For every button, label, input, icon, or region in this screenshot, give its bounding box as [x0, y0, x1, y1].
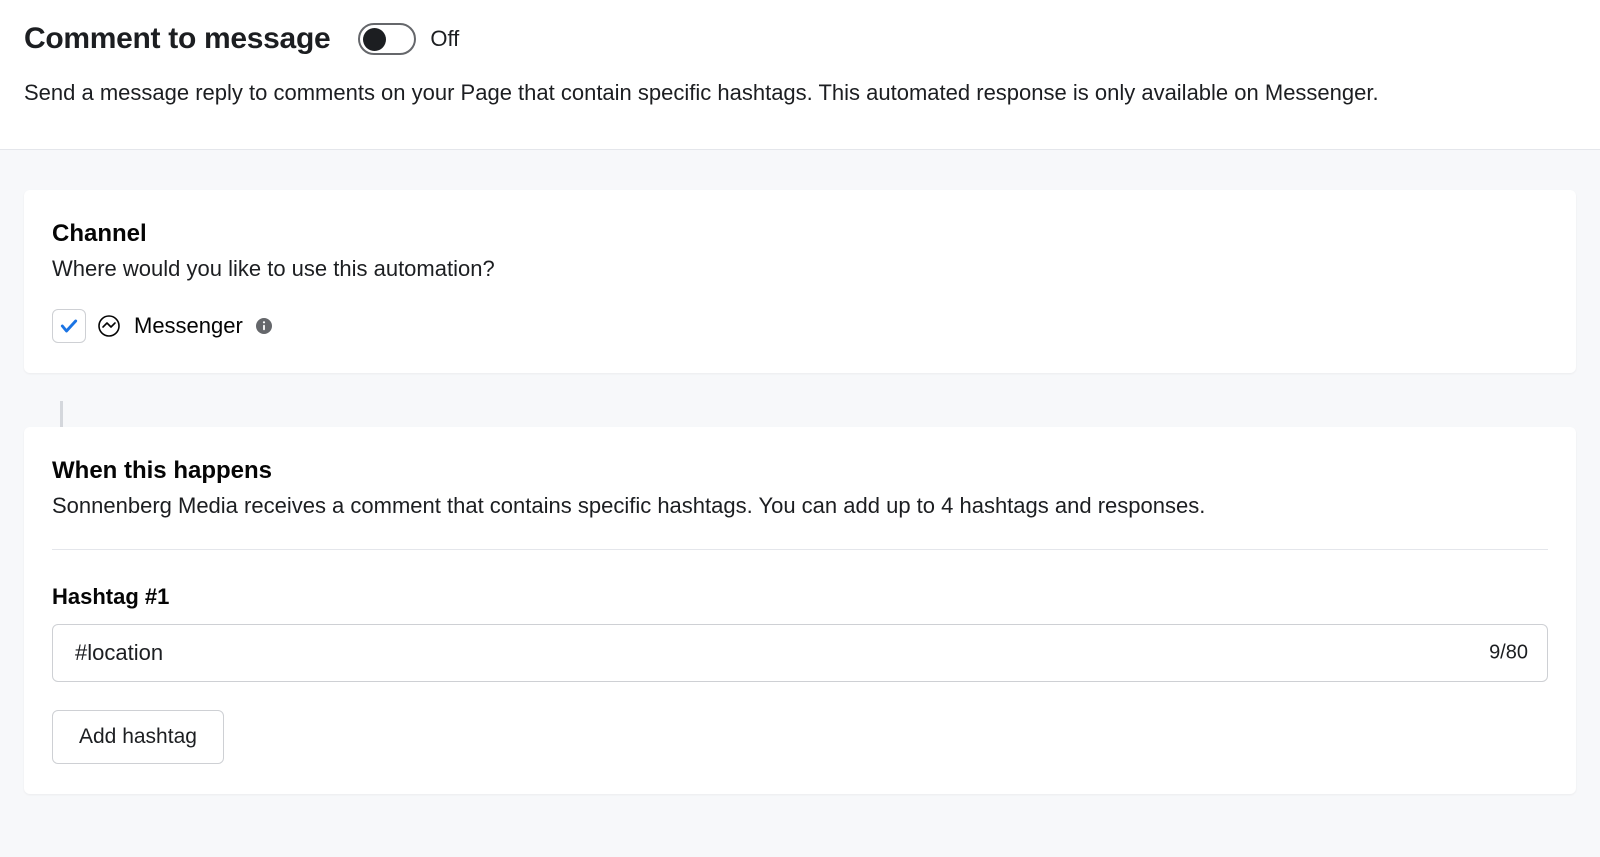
check-icon [59, 316, 79, 336]
header-section: Comment to message Off Send a message re… [0, 0, 1600, 150]
feature-toggle[interactable] [358, 23, 416, 55]
channel-option-messenger: Messenger [52, 309, 1548, 343]
trigger-description: Sonnenberg Media receives a comment that… [52, 491, 1548, 522]
hashtag-label: Hashtag #1 [52, 584, 1548, 610]
channel-title: Channel [52, 220, 1548, 248]
messenger-checkbox[interactable] [52, 309, 86, 343]
page-subtitle: Send a message reply to comments on your… [24, 78, 1576, 109]
toggle-wrap: Off [358, 23, 459, 55]
trigger-title: When this happens [52, 457, 1548, 485]
info-icon[interactable] [255, 317, 273, 335]
title-row: Comment to message Off [24, 22, 1576, 56]
divider [52, 549, 1548, 550]
content-area: Channel Where would you like to use this… [0, 150, 1600, 847]
toggle-knob [363, 28, 386, 51]
hashtag-input-wrap: 9/80 [52, 624, 1548, 682]
toggle-state-label: Off [430, 26, 459, 52]
hashtag-input[interactable] [52, 624, 1548, 682]
card-connector [60, 401, 63, 427]
channel-description: Where would you like to use this automat… [52, 254, 1548, 285]
page-title: Comment to message [24, 22, 330, 56]
channel-card: Channel Where would you like to use this… [24, 190, 1576, 373]
trigger-card: When this happens Sonnenberg Media recei… [24, 427, 1576, 795]
messenger-icon [96, 313, 122, 339]
channel-label: Messenger [134, 313, 243, 339]
add-hashtag-button[interactable]: Add hashtag [52, 710, 224, 764]
